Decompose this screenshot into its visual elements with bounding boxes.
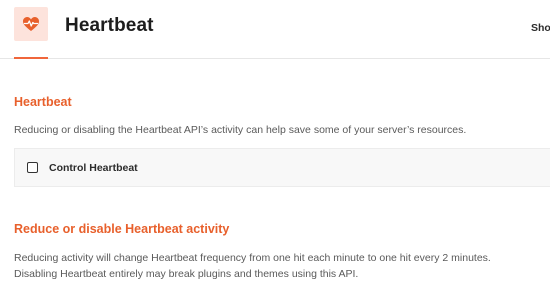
control-heartbeat-option[interactable]: Control Heartbeat bbox=[14, 148, 550, 187]
heartbeat-icon-box bbox=[14, 7, 48, 41]
show-sidebar-toggle[interactable]: Sho bbox=[531, 22, 550, 34]
heartbeat-tab[interactable] bbox=[14, 0, 48, 59]
reduce-heartbeat-description-line: Reducing activity will change Heartbeat … bbox=[14, 252, 491, 264]
control-heartbeat-label[interactable]: Control Heartbeat bbox=[49, 162, 138, 174]
reduce-heartbeat-description-line: Disabling Heartbeat entirely may break p… bbox=[14, 268, 359, 280]
page-header: Heartbeat Sho bbox=[0, 0, 550, 59]
heart-pulse-icon bbox=[23, 17, 39, 31]
heartbeat-section-title: Heartbeat bbox=[14, 95, 72, 109]
page-title: Heartbeat bbox=[65, 15, 154, 36]
reduce-heartbeat-section-title: Reduce or disable Heartbeat activity bbox=[14, 222, 230, 236]
heartbeat-section-description: Reducing or disabling the Heartbeat API’… bbox=[14, 124, 467, 136]
control-heartbeat-checkbox[interactable] bbox=[27, 162, 38, 173]
active-tab-indicator bbox=[14, 57, 48, 59]
